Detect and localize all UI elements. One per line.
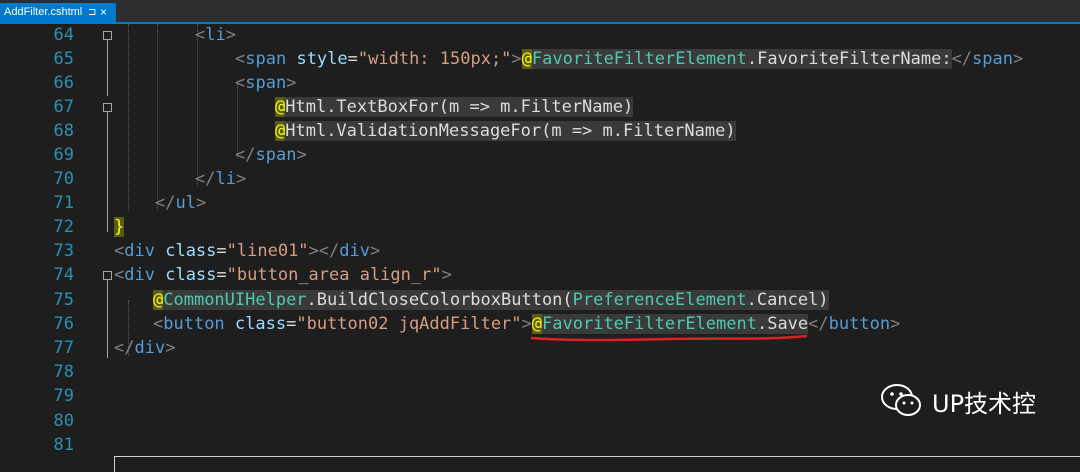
- code-line-81: 81: [0, 433, 1080, 457]
- watermark: UP技术控: [880, 380, 1060, 420]
- indent-guide: [128, 24, 129, 210]
- line-number: 81: [53, 435, 74, 455]
- line-number: 79: [53, 386, 74, 406]
- code-text: <div class="button_area align_r">: [114, 265, 452, 285]
- code-text: </span>: [235, 145, 307, 165]
- pin-icon[interactable]: ⊐: [88, 3, 96, 22]
- code-text: </ul>: [155, 193, 207, 213]
- line-number: 77: [53, 338, 74, 358]
- line-number: 69: [53, 145, 74, 165]
- code-text: }: [114, 217, 125, 237]
- code-text: @Html.TextBoxFor(m => m.FilterName): [275, 97, 634, 117]
- line-number: 65: [53, 49, 74, 69]
- code-text: <div class="line01"></div>: [114, 241, 381, 261]
- document-tab-bar: AddFilter.cshtml ⊐ ×: [0, 0, 1080, 22]
- line-number: 75: [53, 290, 74, 310]
- collapse-icon[interactable]: [103, 271, 112, 280]
- code-text: <span>: [235, 73, 297, 93]
- code-text: <li>: [195, 25, 236, 45]
- watermark-text: UP技术控: [932, 390, 1037, 418]
- collapse-icon[interactable]: [103, 103, 112, 112]
- code-text: </li>: [195, 169, 247, 189]
- code-line-64: 64: [0, 23, 1080, 47]
- code-line-72: 72: [0, 215, 1080, 239]
- line-number: 67: [53, 97, 74, 117]
- collapse-icon[interactable]: [103, 31, 112, 40]
- fold-line: [107, 40, 108, 96]
- tab-label: AddFilter.cshtml: [4, 6, 83, 18]
- line-number: 68: [53, 121, 74, 141]
- code-text: @CommonUIHelper.BuildCloseColorboxButton…: [153, 290, 829, 310]
- line-number: 64: [53, 25, 74, 45]
- line-number: 72: [53, 217, 74, 237]
- line-number: 70: [53, 169, 74, 189]
- code-line-66: 66: [0, 71, 1080, 95]
- wechat-icon: [881, 384, 921, 416]
- red-underline-annotation: [530, 334, 808, 342]
- code-text: @Html.ValidationMessageFor(m => m.Filter…: [275, 121, 736, 141]
- line-number: 80: [53, 411, 74, 431]
- close-icon[interactable]: ×: [100, 3, 107, 22]
- indent-guide: [157, 24, 158, 210]
- fold-line: [107, 112, 108, 232]
- line-number: 73: [53, 241, 74, 261]
- line-number: 74: [53, 265, 74, 285]
- line-number: 71: [53, 193, 74, 213]
- code-line-70: 70: [0, 167, 1080, 191]
- code-text: </div>: [114, 338, 176, 358]
- indent-guide: [197, 24, 198, 186]
- tab-addfilter[interactable]: AddFilter.cshtml ⊐ ×: [0, 3, 116, 22]
- line-number: 66: [53, 73, 74, 93]
- code-line-69: 69: [0, 143, 1080, 167]
- line-number: 76: [53, 314, 74, 334]
- line-number: 78: [53, 362, 74, 382]
- editor-caret-region: [114, 456, 1080, 472]
- code-text: <span style="width: 150px;">@FavoriteFil…: [235, 49, 1024, 69]
- fold-line: [107, 280, 108, 358]
